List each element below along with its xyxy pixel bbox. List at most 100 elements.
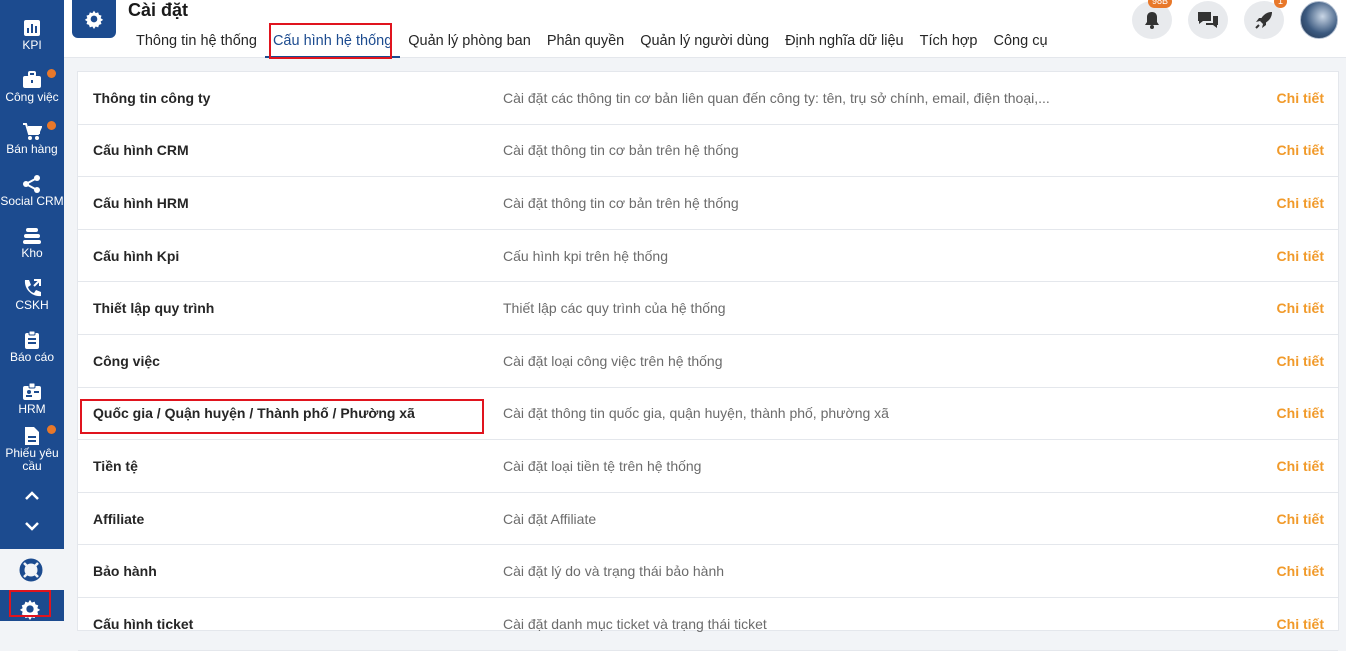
chevron-down-icon[interactable] xyxy=(20,516,44,536)
settings-row-desc: Cài đặt loại công việc trên hệ thống xyxy=(503,352,723,369)
id-badge-icon xyxy=(21,381,43,403)
detail-link[interactable]: Chi tiết xyxy=(1277,142,1324,158)
settings-row-desc: Cài đặt loại tiền tệ trên hệ thống xyxy=(503,457,702,474)
sidebar-item-cskh[interactable]: CSKH xyxy=(0,273,64,325)
settings-row-desc: Cấu hình kpi trên hệ thống xyxy=(503,247,669,264)
tab-dinh-nghia-du-lieu[interactable]: Định nghĩa dữ liệu xyxy=(777,31,912,58)
settings-row-desc: Cài đặt lý do và trạng thái bảo hành xyxy=(503,563,725,580)
tab-cong-cu[interactable]: Công cụ xyxy=(986,31,1056,58)
avatar[interactable] xyxy=(1300,1,1338,39)
highlight-box-tab xyxy=(269,23,392,59)
detail-link[interactable]: Chi tiết xyxy=(1277,300,1324,316)
sidebar-item-ban-hang[interactable]: Bán hàng xyxy=(0,117,64,169)
document-icon xyxy=(21,425,43,447)
settings-row-desc: Cài đặt thông tin cơ bản trên hệ thống xyxy=(503,142,739,159)
notification-dot xyxy=(47,121,56,130)
highlight-box-row xyxy=(80,399,484,434)
notifications-badge: 98B xyxy=(1148,0,1173,8)
settings-header-icon xyxy=(72,0,116,38)
sidebar-item-label: Kho xyxy=(21,246,43,260)
settings-row-desc: Cài đặt thông tin quốc gia, quận huyện, … xyxy=(503,405,889,422)
settings-row-name: Công việc xyxy=(93,352,160,369)
settings-tabs: Thông tin hệ thống Cấu hình hệ thống Quả… xyxy=(128,31,1056,58)
sidebar-item-label: Social CRM xyxy=(0,194,64,208)
tab-quan-ly-nguoi-dung[interactable]: Quản lý người dùng xyxy=(632,31,777,58)
settings-row: Affiliate Cài đặt Affiliate Chi tiết xyxy=(78,493,1338,546)
notifications-button[interactable]: 98B xyxy=(1132,0,1173,39)
settings-row: Công việc Cài đặt loại công việc trên hệ… xyxy=(78,335,1338,388)
clipboard-icon xyxy=(21,329,43,351)
sidebar-item-phieu-yeu-cau[interactable]: Phiếu yêu cầu xyxy=(0,421,64,481)
chat-icon xyxy=(1198,12,1218,28)
settings-row: Cấu hình CRM Cài đặt thông tin cơ bản tr… xyxy=(78,125,1338,178)
tab-tich-hop[interactable]: Tích hợp xyxy=(912,31,986,58)
sidebar-item-kpi[interactable]: KPI xyxy=(0,13,64,65)
detail-link[interactable]: Chi tiết xyxy=(1277,353,1324,369)
sidebar-item-label: HRM xyxy=(18,402,46,416)
chevron-up-icon[interactable] xyxy=(20,486,44,506)
phone-icon xyxy=(21,277,43,299)
detail-link[interactable]: Chi tiết xyxy=(1277,616,1324,632)
highlight-box-settings xyxy=(9,590,51,617)
sidebar-item-label: Công việc xyxy=(5,90,59,104)
top-bar: Cài đặt Thông tin hệ thống Cấu hình hệ t… xyxy=(64,0,1346,58)
tab-phan-quyen[interactable]: Phân quyền xyxy=(539,31,632,58)
settings-row-name: Thiết lập quy trình xyxy=(93,300,215,317)
detail-link[interactable]: Chi tiết xyxy=(1277,90,1324,106)
lifebuoy-icon[interactable] xyxy=(19,558,43,582)
rocket-button[interactable]: 1 xyxy=(1244,0,1288,39)
sidebar-item-label: Phiếu yêu cầu xyxy=(5,446,59,473)
settings-row: Thiết lập quy trình Thiết lập các quy tr… xyxy=(78,282,1338,335)
tab-thong-tin-he-thong[interactable]: Thông tin hệ thống xyxy=(128,31,265,58)
settings-row-desc: Cài đặt danh mục ticket và trạng thái ti… xyxy=(503,615,767,632)
settings-row-name: Cấu hình ticket xyxy=(93,615,194,632)
sidebar-item-social-crm[interactable]: Social CRM xyxy=(0,169,64,221)
sidebar-item-cong-viec[interactable]: Công việc xyxy=(0,65,64,117)
rocket-icon xyxy=(1255,12,1272,29)
settings-row: Cấu hình ticket Cài đặt danh mục ticket … xyxy=(78,598,1338,651)
rocket-badge: 1 xyxy=(1274,0,1288,8)
settings-row: Cấu hình HRM Cài đặt thông tin cơ bản tr… xyxy=(78,177,1338,230)
settings-row: Bảo hành Cài đặt lý do và trạng thái bảo… xyxy=(78,545,1338,598)
settings-row-name: Affiliate xyxy=(93,510,145,527)
warehouse-icon xyxy=(21,225,43,247)
detail-link[interactable]: Chi tiết xyxy=(1277,458,1324,474)
settings-row-desc: Cài đặt thông tin cơ bản trên hệ thống xyxy=(503,194,739,211)
detail-link[interactable]: Chi tiết xyxy=(1277,248,1324,264)
settings-row-desc: Cài đặt các thông tin cơ bản liên quan đ… xyxy=(503,89,1050,106)
settings-list: Thông tin công ty Cài đặt các thông tin … xyxy=(77,71,1339,651)
top-right-actions: 98B 1 xyxy=(1132,0,1338,39)
settings-row-name: Thông tin công ty xyxy=(93,89,211,106)
notification-dot xyxy=(47,69,56,78)
settings-row-desc: Cài đặt Affiliate xyxy=(503,510,597,527)
sidebar-item-kho[interactable]: Kho xyxy=(0,221,64,273)
settings-row: Thông tin công ty Cài đặt các thông tin … xyxy=(78,72,1338,125)
page-title: Cài đặt xyxy=(128,0,189,20)
sidebar: KPI Công việc Bán hàng Social CRM Kho CS… xyxy=(0,0,64,621)
briefcase-icon xyxy=(21,69,43,91)
settings-row-name: Cấu hình HRM xyxy=(93,194,189,211)
tab-quan-ly-phong-ban[interactable]: Quản lý phòng ban xyxy=(400,31,539,58)
settings-row-desc: Thiết lập các quy trình của hệ thống xyxy=(503,300,726,317)
detail-link[interactable]: Chi tiết xyxy=(1277,511,1324,527)
kpi-chart-icon xyxy=(21,17,43,39)
settings-row-name: Cấu hình Kpi xyxy=(93,247,180,264)
detail-link[interactable]: Chi tiết xyxy=(1277,195,1324,211)
sidebar-item-label: Bán hàng xyxy=(6,142,58,156)
settings-row: Cấu hình Kpi Cấu hình kpi trên hệ thống … xyxy=(78,230,1338,283)
settings-row-name: Cấu hình CRM xyxy=(93,142,189,159)
sidebar-item-bao-cao[interactable]: Báo cáo xyxy=(0,325,64,377)
sidebar-item-label: KPI xyxy=(22,38,42,52)
detail-link[interactable]: Chi tiết xyxy=(1277,563,1324,579)
notification-dot xyxy=(47,425,56,434)
settings-row-name: Bảo hành xyxy=(93,563,157,580)
detail-link[interactable]: Chi tiết xyxy=(1277,405,1324,421)
sidebar-item-label: CSKH xyxy=(15,298,49,312)
settings-row: Tiền tệ Cài đặt loại tiền tệ trên hệ thố… xyxy=(78,440,1338,493)
settings-row-name: Tiền tệ xyxy=(93,457,138,474)
bell-icon xyxy=(1145,12,1159,29)
share-icon xyxy=(21,173,43,195)
cart-icon xyxy=(21,121,43,143)
chat-button[interactable] xyxy=(1188,1,1228,39)
sidebar-item-label: Báo cáo xyxy=(9,350,55,364)
